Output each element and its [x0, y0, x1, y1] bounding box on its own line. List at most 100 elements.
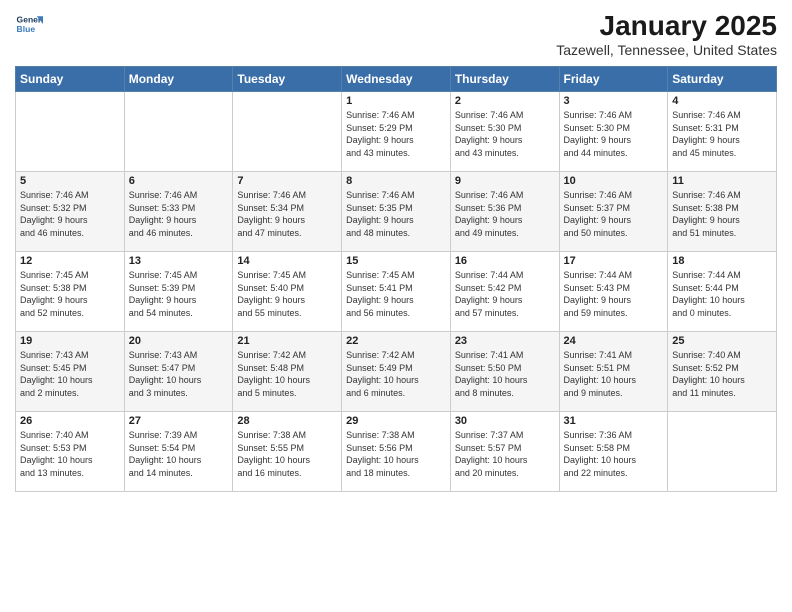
week-row-4: 26Sunrise: 7:40 AM Sunset: 5:53 PM Dayli… — [16, 412, 777, 492]
svg-text:Blue: Blue — [17, 24, 36, 34]
calendar-table: SundayMondayTuesdayWednesdayThursdayFrid… — [15, 66, 777, 492]
day-detail: Sunrise: 7:46 AM Sunset: 5:38 PM Dayligh… — [672, 189, 772, 239]
day-detail: Sunrise: 7:45 AM Sunset: 5:39 PM Dayligh… — [129, 269, 229, 319]
calendar-cell: 17 Sunrise: 7:44 AM Sunset: 5:43 PM Dayli… — [559, 252, 668, 332]
day-number: 14 — [237, 255, 337, 267]
day-detail: Sunrise: 7:43 AM Sunset: 5:45 PM Dayligh… — [20, 349, 120, 399]
day-number: 27 — [129, 415, 229, 427]
calendar-cell: 22Sunrise: 7:42 AM Sunset: 5:49 PM Dayli… — [342, 332, 451, 412]
calendar-body: 1 Sunrise: 7:46 AM Sunset: 5:29 PM Daylig… — [16, 92, 777, 492]
day-detail: Sunrise: 7:46 AM Sunset: 5:32 PM Dayligh… — [20, 189, 120, 239]
day-detail: Sunrise: 7:44 AM Sunset: 5:42 PM Dayligh… — [455, 269, 555, 319]
logo-icon: General Blue — [15, 10, 43, 38]
page: General Blue January 2025 Tazewell, Tenn… — [0, 0, 792, 612]
day-number: 3 — [564, 95, 664, 107]
week-row-1: 5 Sunrise: 7:46 AM Sunset: 5:32 PM Daylig… — [16, 172, 777, 252]
calendar-cell: 31 Sunrise: 7:36 AM Sunset: 5:58 PM Dayli… — [559, 412, 668, 492]
calendar-title: January 2025 — [556, 10, 777, 42]
calendar-cell: 30 Sunrise: 7:37 AM Sunset: 5:57 PM Dayli… — [450, 412, 559, 492]
day-number: 21 — [237, 335, 337, 347]
day-detail: Sunrise: 7:46 AM Sunset: 5:36 PM Dayligh… — [455, 189, 555, 239]
day-number: 26 — [20, 415, 120, 427]
day-number: 23 — [455, 335, 555, 347]
calendar-cell: 27 Sunrise: 7:39 AM Sunset: 5:54 PM Dayli… — [124, 412, 233, 492]
day-number: 24 — [564, 335, 664, 347]
day-detail: Sunrise: 7:39 AM Sunset: 5:54 PM Dayligh… — [129, 429, 229, 479]
day-header-monday: Monday — [124, 67, 233, 92]
calendar-cell: 15Sunrise: 7:45 AM Sunset: 5:41 PM Dayli… — [342, 252, 451, 332]
day-number: 1 — [346, 95, 446, 107]
header: General Blue January 2025 Tazewell, Tenn… — [15, 10, 777, 58]
day-number: 31 — [564, 415, 664, 427]
day-number: 19 — [20, 335, 120, 347]
day-number: 7 — [237, 175, 337, 187]
calendar-cell: 14Sunrise: 7:45 AM Sunset: 5:40 PM Dayli… — [233, 252, 342, 332]
day-detail: Sunrise: 7:36 AM Sunset: 5:58 PM Dayligh… — [564, 429, 664, 479]
svg-text:General: General — [17, 14, 43, 24]
day-detail: Sunrise: 7:42 AM Sunset: 5:49 PM Dayligh… — [346, 349, 446, 399]
calendar-cell: 18 Sunrise: 7:44 AM Sunset: 5:44 PM Dayli… — [668, 252, 777, 332]
day-number: 5 — [20, 175, 120, 187]
calendar-cell: 1 Sunrise: 7:46 AM Sunset: 5:29 PM Daylig… — [342, 92, 451, 172]
calendar-cell: 3Sunrise: 7:46 AM Sunset: 5:30 PM Daylig… — [559, 92, 668, 172]
calendar-cell: 20 Sunrise: 7:43 AM Sunset: 5:47 PM Dayli… — [124, 332, 233, 412]
day-number: 25 — [672, 335, 772, 347]
day-header-thursday: Thursday — [450, 67, 559, 92]
day-number: 30 — [455, 415, 555, 427]
day-header-row: SundayMondayTuesdayWednesdayThursdayFrid… — [16, 67, 777, 92]
day-number: 12 — [20, 255, 120, 267]
calendar-cell: 10Sunrise: 7:46 AM Sunset: 5:37 PM Dayli… — [559, 172, 668, 252]
day-detail: Sunrise: 7:45 AM Sunset: 5:41 PM Dayligh… — [346, 269, 446, 319]
day-detail: Sunrise: 7:38 AM Sunset: 5:55 PM Dayligh… — [237, 429, 337, 479]
calendar-cell: 12 Sunrise: 7:45 AM Sunset: 5:38 PM Dayli… — [16, 252, 125, 332]
calendar-cell: 4Sunrise: 7:46 AM Sunset: 5:31 PM Daylig… — [668, 92, 777, 172]
title-block: January 2025 Tazewell, Tennessee, United… — [556, 10, 777, 58]
calendar-cell — [233, 92, 342, 172]
day-number: 18 — [672, 255, 772, 267]
day-detail: Sunrise: 7:38 AM Sunset: 5:56 PM Dayligh… — [346, 429, 446, 479]
logo: General Blue — [15, 10, 43, 38]
calendar-cell — [124, 92, 233, 172]
calendar-cell: 29 Sunrise: 7:38 AM Sunset: 5:56 PM Dayli… — [342, 412, 451, 492]
week-row-3: 19 Sunrise: 7:43 AM Sunset: 5:45 PM Dayli… — [16, 332, 777, 412]
day-detail: Sunrise: 7:46 AM Sunset: 5:29 PM Dayligh… — [346, 109, 446, 159]
day-header-saturday: Saturday — [668, 67, 777, 92]
day-detail: Sunrise: 7:46 AM Sunset: 5:30 PM Dayligh… — [455, 109, 555, 159]
day-detail: Sunrise: 7:46 AM Sunset: 5:31 PM Dayligh… — [672, 109, 772, 159]
day-detail: Sunrise: 7:43 AM Sunset: 5:47 PM Dayligh… — [129, 349, 229, 399]
day-detail: Sunrise: 7:46 AM Sunset: 5:33 PM Dayligh… — [129, 189, 229, 239]
day-number: 29 — [346, 415, 446, 427]
day-number: 9 — [455, 175, 555, 187]
calendar-cell: 23 Sunrise: 7:41 AM Sunset: 5:50 PM Dayli… — [450, 332, 559, 412]
calendar-cell: 5 Sunrise: 7:46 AM Sunset: 5:32 PM Daylig… — [16, 172, 125, 252]
day-number: 2 — [455, 95, 555, 107]
day-number: 17 — [564, 255, 664, 267]
day-detail: Sunrise: 7:46 AM Sunset: 5:35 PM Dayligh… — [346, 189, 446, 239]
day-number: 16 — [455, 255, 555, 267]
calendar-subtitle: Tazewell, Tennessee, United States — [556, 42, 777, 58]
calendar-cell: 25 Sunrise: 7:40 AM Sunset: 5:52 PM Dayli… — [668, 332, 777, 412]
day-number: 20 — [129, 335, 229, 347]
calendar-cell: 26Sunrise: 7:40 AM Sunset: 5:53 PM Dayli… — [16, 412, 125, 492]
calendar-cell: 24Sunrise: 7:41 AM Sunset: 5:51 PM Dayli… — [559, 332, 668, 412]
day-number: 8 — [346, 175, 446, 187]
day-header-friday: Friday — [559, 67, 668, 92]
day-detail: Sunrise: 7:44 AM Sunset: 5:43 PM Dayligh… — [564, 269, 664, 319]
day-detail: Sunrise: 7:41 AM Sunset: 5:50 PM Dayligh… — [455, 349, 555, 399]
week-row-2: 12 Sunrise: 7:45 AM Sunset: 5:38 PM Dayli… — [16, 252, 777, 332]
calendar-cell: 28Sunrise: 7:38 AM Sunset: 5:55 PM Dayli… — [233, 412, 342, 492]
day-detail: Sunrise: 7:44 AM Sunset: 5:44 PM Dayligh… — [672, 269, 772, 319]
day-header-tuesday: Tuesday — [233, 67, 342, 92]
week-row-0: 1 Sunrise: 7:46 AM Sunset: 5:29 PM Daylig… — [16, 92, 777, 172]
day-detail: Sunrise: 7:46 AM Sunset: 5:37 PM Dayligh… — [564, 189, 664, 239]
calendar-cell: 6Sunrise: 7:46 AM Sunset: 5:33 PM Daylig… — [124, 172, 233, 252]
day-detail: Sunrise: 7:37 AM Sunset: 5:57 PM Dayligh… — [455, 429, 555, 479]
calendar-cell: 11 Sunrise: 7:46 AM Sunset: 5:38 PM Dayli… — [668, 172, 777, 252]
day-detail: Sunrise: 7:40 AM Sunset: 5:52 PM Dayligh… — [672, 349, 772, 399]
calendar-cell — [668, 412, 777, 492]
calendar-cell: 16 Sunrise: 7:44 AM Sunset: 5:42 PM Dayli… — [450, 252, 559, 332]
day-number: 11 — [672, 175, 772, 187]
calendar-cell: 7Sunrise: 7:46 AM Sunset: 5:34 PM Daylig… — [233, 172, 342, 252]
day-detail: Sunrise: 7:45 AM Sunset: 5:38 PM Dayligh… — [20, 269, 120, 319]
day-header-sunday: Sunday — [16, 67, 125, 92]
